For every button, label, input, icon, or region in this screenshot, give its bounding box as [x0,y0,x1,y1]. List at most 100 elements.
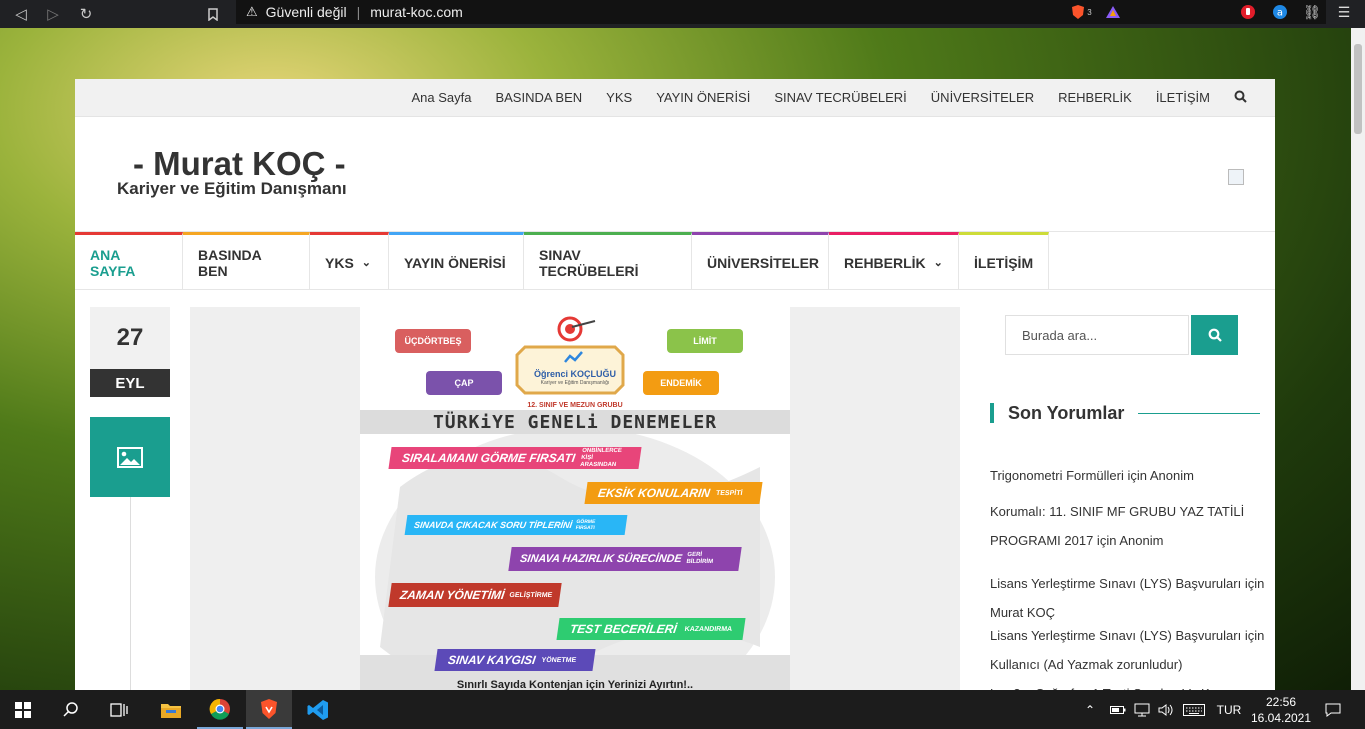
site-tagline: Kariyer ve Eğitim Danışmanı [117,179,347,198]
topnav-yayin-onerisi[interactable]: YAYIN ÖNERİSİ [656,90,750,105]
ribbon-side: GERİ BİLDİRİM [685,552,714,565]
site-header: - Murat KOÇ - Kariyer ve Eğitim Danışman… [75,117,1275,232]
recent-comment[interactable]: Trigonometri Formülleri için Anonim [990,461,1265,490]
nav-label: ÜNİVERSİTELER [707,254,820,271]
ribbon-side: GÖRME FIRSATI [575,519,596,531]
scrollbar[interactable] [1351,28,1365,690]
recent-comment[interactable]: Lisans Yerleştirme Sınavı (LYS) Başvurul… [990,569,1265,627]
ribbon-main: ZAMAN YÖNETİMİ [399,588,506,602]
group-label: 12. SINIF VE MEZUN GRUBU [527,402,623,409]
warning-icon: ⚠ [246,4,258,19]
post-format-image[interactable] [90,417,170,497]
nav-label: ANA SAYFA [90,246,136,279]
widget-title: Son Yorumlar [990,403,1124,423]
ribbon: EKSİK KONULARIN TESPİTİ [584,482,763,504]
widget-divider [1138,413,1260,414]
header-image [1228,169,1244,185]
site-title[interactable]: - Murat KOÇ - [133,145,346,183]
reload-icon[interactable]: ↻ [73,0,99,28]
battery-icon[interactable] [1106,690,1130,729]
topnav-yks[interactable]: YKS [606,90,632,105]
ribbon: TEST BECERİLERİ KAZANDIRMA [556,618,746,640]
ribbon: ZAMAN YÖNETİMİ GELİŞTİRME [388,583,562,607]
topnav-iletisim[interactable]: İLETİŞİM [1156,90,1210,105]
ribbon-side: ONBİNLERCE KİŞİ ARASINDAN [579,447,623,468]
nav-label: BASINDA BEN [198,246,262,279]
brave-browser-icon[interactable] [246,690,292,729]
browser-toolbar: ◁ ▷ ↻ ⚠ Güvenli değil | murat-koc.com 3 … [0,0,1365,28]
menu-icon[interactable]: ☰ [1334,0,1354,24]
recent-comment[interactable]: Korumalı: 11. SINIF MF GRUBU YAZ TATİLİ … [990,497,1265,555]
url-separator: | [356,4,361,20]
ribbon-side: TESPİTİ [715,489,743,497]
ribbon-main: SINAVA HAZIRLIK SÜRECİNDE [519,553,683,565]
ribbon-main: TEST BECERİLERİ [569,622,678,636]
search-input[interactable]: Burada ara... [1005,315,1189,355]
ribbon: SINAVDA ÇIKACAK SORU TİPLERİNİ GÖRME FIR… [404,515,628,535]
nav-label: SINAV TECRÜBELERİ [539,246,639,279]
image-icon [117,446,143,468]
featured-image[interactable]: ÜÇDÖRTBEŞ LİMİT ÇAP ENDEMİK Öğrenci KOÇL… [190,307,960,690]
nav-label: YKS [325,254,354,271]
rewards-icon[interactable] [1102,0,1124,24]
nav-label: İLETİŞİM [974,254,1034,271]
chrome-icon[interactable] [197,690,243,729]
notification-icon[interactable] [1318,690,1348,729]
tag-endemik: ENDEMİK [643,371,719,395]
nav-yayin-onerisi[interactable]: YAYIN ÖNERİSİ [389,232,524,290]
topnav-ana-sayfa[interactable]: Ana Sayfa [411,90,471,105]
search-icon[interactable] [48,690,94,729]
nav-yks[interactable]: YKS ⌄ [310,232,389,290]
brave-shield-icon[interactable]: 3 [1068,0,1094,24]
chevron-down-icon: ⌄ [361,257,372,269]
volume-icon[interactable] [1154,690,1178,729]
bookmark-icon[interactable] [200,0,226,28]
language-indicator[interactable]: TUR [1212,690,1246,729]
ribbon-main: SINAV KAYGISI [447,653,537,667]
network-icon[interactable] [1130,690,1154,729]
extension-at-icon[interactable]: a [1270,0,1290,24]
chevron-up-icon[interactable]: ⌃ [1078,690,1102,729]
topnav-rehberlik[interactable]: REHBERLİK [1058,90,1132,105]
nav-rehberlik[interactable]: REHBERLİK ⌄ [829,232,959,290]
post-day: 27 [90,307,170,369]
search-icon[interactable] [1234,90,1247,106]
clock[interactable]: 22:56 16.04.2021 [1250,690,1312,729]
nav-ana-sayfa[interactable]: ANA SAYFA [75,232,183,290]
poster-footer: Sınırlı Sayıda Kontenjan için Yerinizi A… [456,679,694,690]
nav-label: REHBERLİK [844,254,926,271]
poster-headline: TÜRKiYE GENELi DENEMELER [432,412,718,433]
extension-hand-icon[interactable] [1238,0,1258,24]
search-button[interactable] [1191,315,1238,355]
ribbon-main: EKSİK KONULARIN [597,486,711,500]
file-explorer-icon[interactable] [148,690,194,729]
back-icon[interactable]: ◁ [8,0,34,28]
vscode-icon[interactable] [295,690,341,729]
windows-start-icon[interactable] [0,690,46,729]
url-text: murat-koc.com [370,4,463,20]
content-area: 27 EYL ÜÇDÖRTBEŞ LİMİT ÇAP ENDEMİK Öğren… [75,290,1275,690]
tag-ucdortbes: ÜÇDÖRTBEŞ [395,329,471,353]
ribbon: SINAV KAYGISI YÖNETME [434,649,596,671]
forward-icon[interactable]: ▷ [40,0,66,28]
keyboard-icon[interactable] [1180,690,1208,729]
recent-comment[interactable]: Lys 3 – Coğrafya-1 Testi Soruları Ve Kon… [990,679,1265,690]
nav-iletisim[interactable]: İLETİŞİM [959,232,1049,290]
topnav-basinda-ben[interactable]: BASINDA BEN [495,90,582,105]
task-view-icon[interactable] [96,690,142,729]
address-bar[interactable]: ⚠ Güvenli değil | murat-koc.com [236,0,1326,24]
nav-universiteler[interactable]: ÜNİVERSİTELER [692,232,829,290]
timeline-line [130,497,131,690]
recent-comment[interactable]: Lisans Yerleştirme Sınavı (LYS) Başvurul… [990,621,1265,679]
topnav-universiteler[interactable]: ÜNİVERSİTELER [931,90,1034,105]
nav-basinda-ben[interactable]: BASINDA BEN [183,232,310,290]
ribbon: SINAVA HAZIRLIK SÜRECİNDE GERİ BİLDİRİM [508,547,742,571]
top-navigation: Ana Sayfa BASINDA BEN YKS YAYIN ÖNERİSİ … [75,79,1275,117]
puzzle-icon[interactable]: ⛓ [1302,0,1322,24]
ribbon-side: GELİŞTİRME [508,591,553,599]
nav-sinav-tecrubeleri[interactable]: SINAV TECRÜBELERİ [524,232,692,290]
scrollbar-thumb[interactable] [1354,44,1362,134]
clock-time: 22:56 [1265,694,1297,709]
topnav-sinav-tecrubeleri[interactable]: SINAV TECRÜBELERİ [774,90,906,105]
web-page: Ana Sayfa BASINDA BEN YKS YAYIN ÖNERİSİ … [75,79,1275,690]
